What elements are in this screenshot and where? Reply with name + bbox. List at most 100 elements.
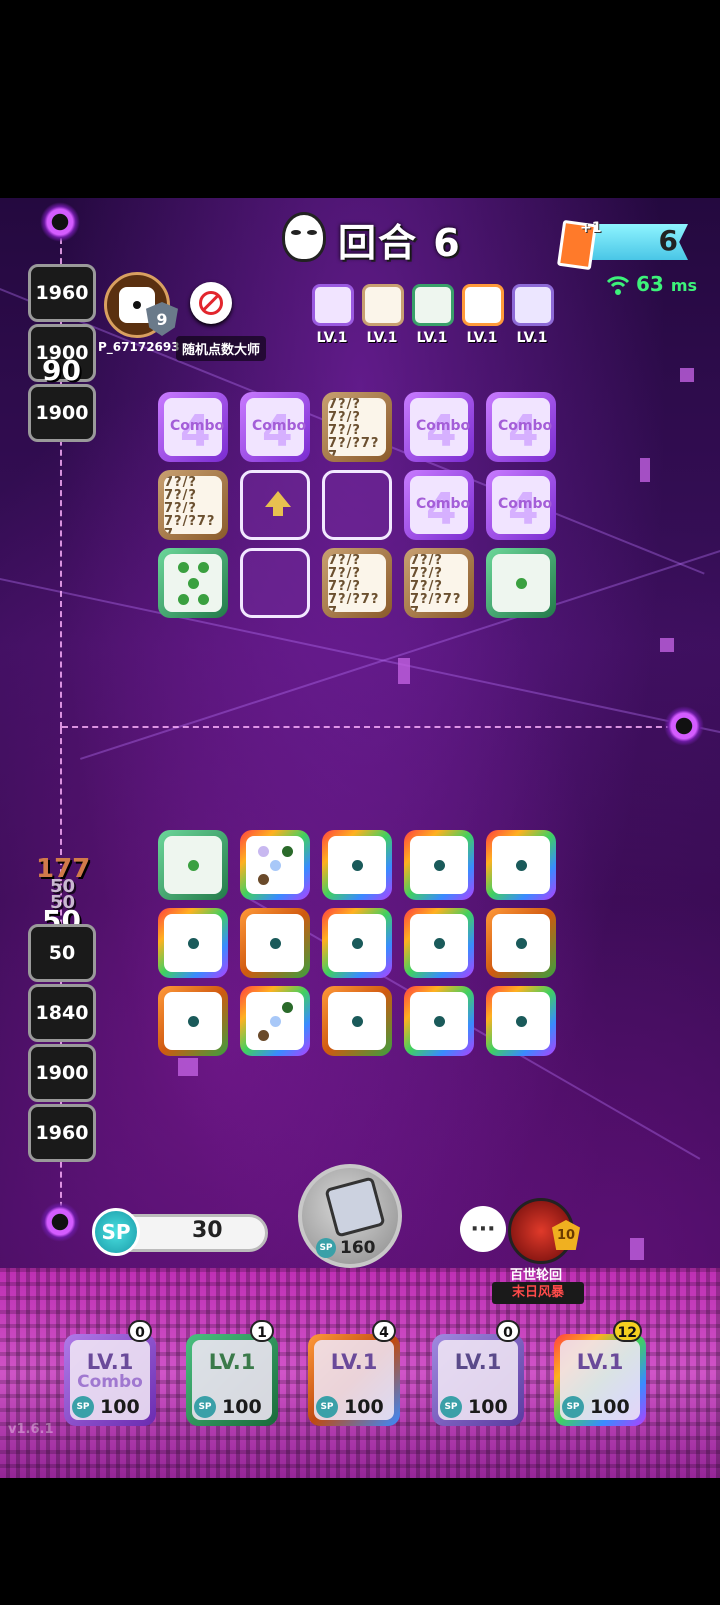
deck-card-level: LV.1	[576, 1350, 624, 1374]
combo-die[interactable]: 4 Combo	[240, 392, 310, 462]
rainbow-die[interactable]	[158, 908, 228, 978]
pentagram-die[interactable]	[158, 830, 228, 900]
question-pattern: 7?/?7?/?7?/?7?/?7?7	[328, 554, 386, 612]
roll-cost: SP 160	[316, 1238, 376, 1258]
card-counter[interactable]: +1 6	[556, 219, 698, 271]
rainbow-die[interactable]	[404, 830, 474, 900]
deck-card-cost-value: 100	[590, 1395, 630, 1418]
pixel-decoration	[640, 458, 650, 482]
roll-dice-button[interactable]: SP 160	[298, 1164, 402, 1268]
die-pip	[352, 938, 363, 949]
deck-card-level: LV.1	[330, 1350, 378, 1374]
arrow-up-icon	[265, 491, 291, 516]
pixel-decoration	[630, 1238, 644, 1260]
die-pip	[188, 938, 199, 949]
sp-small-icon: SP	[440, 1396, 462, 1418]
rainbow-die[interactable]	[404, 908, 474, 978]
deck-card-cost: SP 100	[316, 1395, 384, 1418]
combo-label: Combo	[252, 418, 307, 434]
portal-icon	[40, 202, 80, 242]
pentagram-die-icon	[412, 284, 454, 326]
infinity-die[interactable]	[322, 986, 392, 1056]
opponent-title: 随机点数大师	[176, 336, 267, 361]
rainbow-die[interactable]	[486, 830, 556, 900]
combo-die[interactable]: 4 Combo	[404, 392, 474, 462]
rainbow-die[interactable]	[322, 908, 392, 978]
sp-small-icon: SP	[72, 1396, 94, 1418]
ping-readout: 63 ms	[636, 272, 697, 296]
deck-card-cost-value: 100	[100, 1395, 140, 1418]
empty-slot[interactable]	[240, 470, 310, 540]
opponent-deck-question: LV.1	[362, 284, 404, 346]
rainbow-die[interactable]	[240, 986, 310, 1056]
die-pip	[270, 1016, 281, 1027]
deck-card-cost-value: 100	[344, 1395, 384, 1418]
combo-label: Combo	[498, 418, 553, 434]
deck-card-infinity[interactable]: LV.1 SP 100 4	[308, 1320, 400, 1426]
block-button[interactable]	[190, 282, 232, 324]
boss-name: 百世轮回	[510, 1268, 563, 1283]
sp-small-icon: SP	[562, 1396, 584, 1418]
question-die[interactable]: 7?/?7?/?7?/?7?/?7?7	[158, 470, 228, 540]
empty-slot[interactable]	[322, 470, 392, 540]
deck-card-combo[interactable]: LV.1 Combo SP 100 0	[64, 1320, 156, 1426]
combo-die[interactable]: 4 Combo	[404, 470, 474, 540]
player-score-column: 50 1840 1900 1960	[28, 924, 96, 1164]
question-pattern: 7?/?7?/?7?/?7?/?7?7	[328, 398, 386, 456]
pentagram-die[interactable]	[486, 548, 556, 618]
rainbow-die[interactable]	[486, 986, 556, 1056]
question-die[interactable]: 7?/?7?/?7?/?7?/?7?7	[322, 392, 392, 462]
die-pip	[516, 578, 527, 589]
score-box: 1960	[28, 1104, 96, 1162]
portal-icon	[40, 1202, 80, 1242]
opponent-id: P_67172693	[98, 340, 180, 354]
chat-button[interactable]: ···	[460, 1206, 506, 1252]
die-pip	[352, 1016, 363, 1027]
deck-mini-level: LV.1	[366, 330, 398, 346]
rainbow-die[interactable]	[404, 986, 474, 1056]
opponent-deck-combo: LV.1	[312, 284, 354, 346]
combo-die[interactable]: 4 Combo	[486, 392, 556, 462]
deck-card-level: LV.1	[454, 1350, 502, 1374]
deck-card-pentagram[interactable]: LV.1 SP 100 1	[186, 1320, 278, 1426]
deck-card-level: LV.1	[86, 1350, 134, 1374]
combo-label: Combo	[498, 496, 553, 512]
sp-value: 30	[192, 1218, 223, 1243]
die-pip	[198, 562, 209, 573]
deck-card-count: 4	[372, 1320, 396, 1342]
opponent-deck-infinity: LV.1	[462, 284, 504, 346]
pixel-decoration	[178, 1058, 198, 1076]
die-pip	[282, 1002, 293, 1013]
opponent-deck-moon: LV.1	[512, 284, 554, 346]
deck-card-cost: SP 100	[440, 1396, 508, 1418]
card-plus: +1	[580, 220, 602, 236]
rainbow-die[interactable]	[240, 830, 310, 900]
die-pip	[188, 578, 199, 589]
die-pip	[270, 938, 281, 949]
die-pip	[516, 1016, 527, 1027]
pixel-decoration	[660, 638, 674, 652]
rainbow-die[interactable]	[322, 830, 392, 900]
combo-die[interactable]: 4 Combo	[486, 470, 556, 540]
die-pip	[434, 1016, 445, 1027]
die-pip	[434, 938, 445, 949]
die-pip	[258, 1030, 269, 1041]
sp-icon: SP	[92, 1208, 140, 1256]
die-pip	[258, 846, 269, 857]
question-die[interactable]: 7?/?7?/?7?/?7?/?7?7	[404, 548, 474, 618]
empty-slot[interactable]	[240, 548, 310, 618]
infinity-die[interactable]	[158, 986, 228, 1056]
score-box: 1900	[28, 1044, 96, 1102]
deck-card-rainbow[interactable]: LV.1 SP 100 12	[554, 1320, 646, 1426]
question-die[interactable]: 7?/?7?/?7?/?7?/?7?7	[322, 548, 392, 618]
infinity-die[interactable]	[240, 908, 310, 978]
infinity-die[interactable]	[486, 908, 556, 978]
pentagram-die[interactable]	[158, 548, 228, 618]
deck-card-moon[interactable]: LV.1 SP 100 0	[432, 1320, 524, 1426]
pixel-decoration	[680, 368, 694, 382]
deck-card-count: 1	[250, 1320, 274, 1342]
die-pip	[516, 938, 527, 949]
card-count: 6	[658, 224, 678, 257]
die-pip	[188, 1016, 199, 1027]
combo-die[interactable]: 4 Combo	[158, 392, 228, 462]
